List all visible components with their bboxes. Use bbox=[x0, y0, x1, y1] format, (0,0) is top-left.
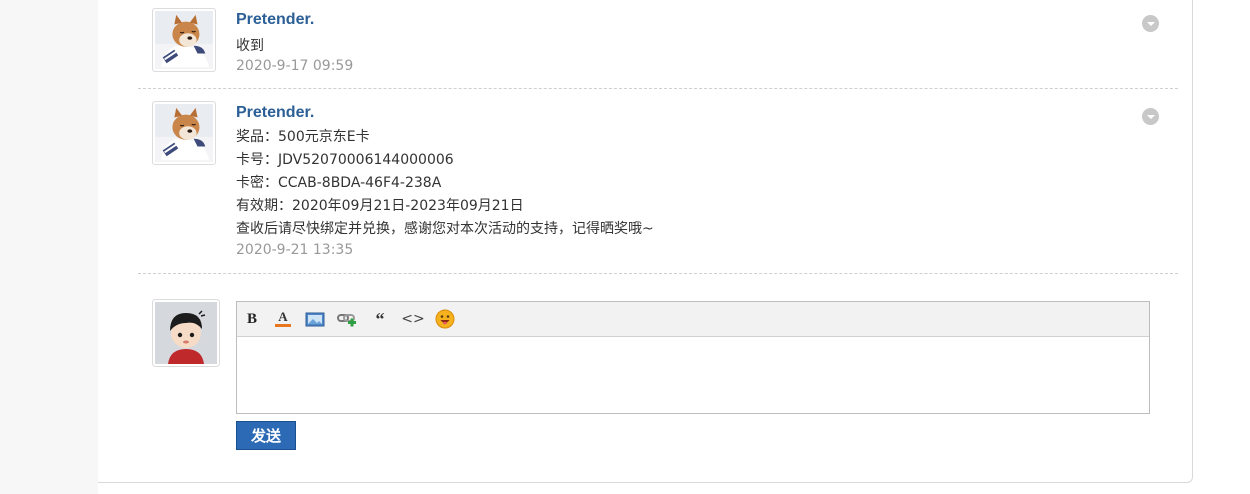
chevron-down-icon[interactable] bbox=[1142, 108, 1159, 125]
current-user-avatar bbox=[152, 299, 220, 367]
svg-text:A: A bbox=[278, 309, 288, 324]
editor-toolbar: B A “ <> bbox=[237, 302, 1149, 337]
message-line: 卡密：CCAB-8BDA-46F4-238A bbox=[236, 175, 442, 191]
left-sidebar-background bbox=[0, 0, 98, 494]
author-name[interactable]: Pretender. bbox=[236, 11, 314, 29]
message-line: 奖品：500元京东E卡 bbox=[236, 129, 370, 145]
message-body: 奖品：500元京东E卡 卡号：JDV52070006144000006 卡密：C… bbox=[236, 126, 654, 241]
message-item: Pretender. 收到 2020-9-17 09:59 bbox=[138, 0, 1178, 89]
send-button[interactable]: 发送 bbox=[236, 421, 296, 450]
message-line: 有效期：2020年09月21日-2023年09月21日 bbox=[236, 198, 524, 214]
message-time: 2020-9-17 09:59 bbox=[236, 58, 354, 74]
message-item: Pretender. 奖品：500元京东E卡 卡号：JDV52070006144… bbox=[138, 89, 1178, 274]
quote-button[interactable]: “ bbox=[370, 309, 390, 329]
message-line: 收到 bbox=[236, 38, 264, 54]
author-name[interactable]: Pretender. bbox=[236, 104, 314, 122]
image-icon[interactable] bbox=[305, 309, 325, 329]
user-avatar-image bbox=[152, 299, 220, 367]
shiba-avatar-image bbox=[155, 11, 213, 69]
message-time: 2020-9-21 13:35 bbox=[236, 242, 354, 258]
code-button[interactable]: <> bbox=[401, 309, 424, 329]
avatar[interactable] bbox=[152, 101, 216, 165]
reply-textarea[interactable] bbox=[237, 337, 1149, 413]
font-color-icon[interactable]: A bbox=[273, 309, 293, 329]
chevron-down-icon[interactable] bbox=[1142, 15, 1159, 32]
reply-editor: B A “ <> bbox=[236, 301, 1150, 414]
bold-button[interactable]: B bbox=[242, 309, 262, 329]
message-body: 收到 bbox=[236, 35, 264, 58]
shiba-avatar-image bbox=[155, 104, 213, 162]
emoji-icon[interactable] bbox=[435, 309, 455, 329]
message-line: 卡号：JDV52070006144000006 bbox=[236, 152, 454, 168]
avatar[interactable] bbox=[152, 8, 216, 72]
link-icon[interactable] bbox=[337, 309, 357, 329]
message-line: 查收后请尽快绑定并兑换，感谢您对本次活动的支持，记得晒奖哦~ bbox=[236, 221, 654, 237]
